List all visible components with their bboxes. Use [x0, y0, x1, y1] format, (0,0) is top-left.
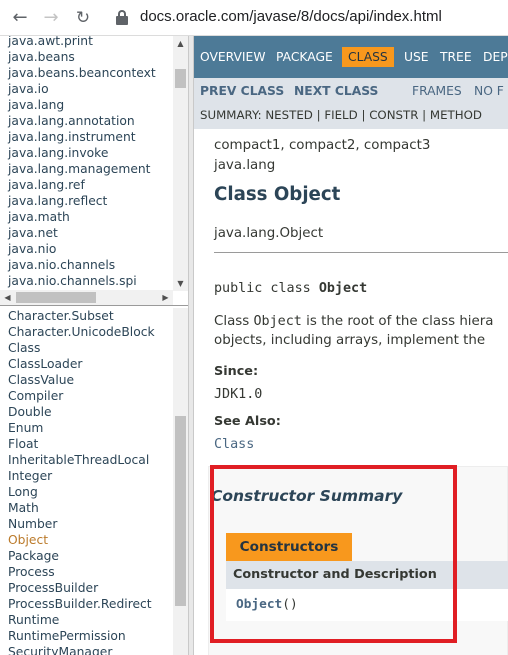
desc-text: is the root of the class hiera	[301, 314, 494, 329]
scroll-right-icon[interactable]: ▶	[158, 290, 173, 305]
class-list: Character.Subset Character.UnicodeBlock Cl…	[8, 308, 155, 655]
package-link[interactable]: java.lang.management	[8, 161, 156, 177]
lock-icon[interactable]	[116, 10, 128, 25]
browser-toolbar: ← → ↻ docs.oracle.com/javase/8/docs/api/…	[0, 0, 508, 36]
nav-package[interactable]: PACKAGE	[276, 50, 333, 64]
see-also-link[interactable]: Class	[214, 437, 254, 452]
class-link[interactable]: ProcessBuilder	[8, 580, 155, 596]
class-link[interactable]: Float	[8, 436, 155, 452]
class-description-line1: Class Object is the root of the class hi…	[214, 314, 493, 329]
class-link[interactable]: Math	[8, 500, 155, 516]
class-link[interactable]: Package	[8, 548, 155, 564]
package-name: java.lang	[214, 158, 276, 173]
nav-overview[interactable]: OVERVIEW	[200, 50, 265, 64]
class-link[interactable]: Process	[8, 564, 155, 580]
class-link[interactable]: ClassValue	[8, 372, 155, 388]
constructor-params: ()	[282, 597, 298, 612]
package-link[interactable]: java.lang.reflect	[8, 193, 156, 209]
class-link[interactable]: InheritableThreadLocal	[8, 452, 155, 468]
class-link[interactable]: Class	[8, 340, 155, 356]
class-declaration: public class Object	[214, 281, 367, 296]
back-arrow-icon[interactable]: ←	[9, 7, 31, 29]
package-link[interactable]: java.nio	[8, 241, 156, 257]
scroll-thumb[interactable]	[175, 416, 186, 606]
top-nav-bar: OVERVIEW PACKAGE CLASS USE TREE DEPR	[194, 36, 508, 78]
package-link[interactable]: java.net	[8, 225, 156, 241]
forward-arrow-icon[interactable]: →	[40, 7, 62, 29]
package-link[interactable]: java.nio.channels	[8, 257, 156, 273]
constructor-summary-heading: Constructor Summary	[211, 487, 403, 505]
scroll-thumb[interactable]	[175, 69, 186, 88]
sub-nav-bar: PREV CLASS NEXT CLASS FRAMES NO F SUMMAR…	[194, 78, 508, 129]
package-list-frame: java.awt.print java.beans java.beans.beanc…	[0, 36, 188, 306]
class-link[interactable]: Integer	[8, 468, 155, 484]
page-title: Class Object	[214, 184, 341, 205]
declaration-modifiers: public class	[214, 281, 319, 296]
divider-line	[214, 252, 508, 253]
class-link[interactable]: Character.Subset	[8, 308, 155, 324]
package-link[interactable]: java.beans	[8, 49, 156, 65]
address-bar[interactable]: docs.oracle.com/javase/8/docs/api/index.…	[140, 8, 442, 25]
class-link[interactable]: Compiler	[8, 388, 155, 404]
class-list-frame: Character.Subset Character.UnicodeBlock Cl…	[0, 308, 188, 655]
see-also-label: See Also:	[214, 414, 281, 429]
package-list: java.awt.print java.beans java.beans.beanc…	[8, 36, 156, 289]
scroll-left-icon[interactable]: ◀	[0, 290, 15, 305]
frames-link[interactable]: FRAMES	[412, 84, 462, 98]
class-link[interactable]: SecurityManager	[8, 644, 155, 655]
package-link[interactable]: java.nio.channels.spi	[8, 273, 156, 289]
package-link[interactable]: java.lang.annotation	[8, 113, 156, 129]
class-link[interactable]: Object	[8, 532, 155, 548]
class-detail-frame: OVERVIEW PACKAGE CLASS USE TREE DEPR PRE…	[194, 36, 508, 655]
summary-links[interactable]: SUMMARY: NESTED | FIELD | CONSTR | METHO…	[200, 108, 482, 122]
table-row: Object()	[226, 589, 508, 621]
package-link[interactable]: java.lang.invoke	[8, 145, 156, 161]
package-link[interactable]: java.lang.instrument	[8, 129, 156, 145]
class-list-vscrollbar[interactable]	[173, 308, 188, 655]
package-list-hscrollbar[interactable]: ◀ ▶	[0, 290, 173, 305]
package-link[interactable]: java.awt.print	[8, 36, 156, 49]
desc-text: Class	[214, 314, 254, 329]
package-link[interactable]: java.lang	[8, 97, 156, 113]
package-link[interactable]: java.io	[8, 81, 156, 97]
scroll-thumb[interactable]	[16, 292, 96, 303]
class-description-line2: objects, including arrays, implement the	[214, 333, 486, 348]
no-frames-link[interactable]: NO F	[474, 84, 504, 98]
since-value: JDK1.0	[214, 387, 263, 402]
constructors-tab: Constructors	[226, 533, 352, 561]
package-link[interactable]: java.lang.ref	[8, 177, 156, 193]
desc-code: Object	[253, 314, 302, 329]
package-link[interactable]: java.beans.beancontext	[8, 65, 156, 81]
constructor-table-header: Constructor and Description	[226, 561, 508, 589]
class-link[interactable]: RuntimePermission	[8, 628, 155, 644]
class-link[interactable]: ProcessBuilder.Redirect	[8, 596, 155, 612]
class-link[interactable]: Runtime	[8, 612, 155, 628]
package-list-vscrollbar[interactable]: ▲ ▼	[173, 36, 188, 291]
nav-use[interactable]: USE	[404, 50, 429, 64]
inheritance-tree: java.lang.Object	[214, 226, 324, 241]
scroll-up-icon[interactable]: ▲	[173, 36, 188, 51]
next-class-link[interactable]: NEXT CLASS	[294, 84, 378, 98]
class-link[interactable]: Number	[8, 516, 155, 532]
nav-deprecated[interactable]: DEPR	[483, 50, 508, 64]
nav-class-current: CLASS	[342, 47, 394, 67]
class-link[interactable]: Enum	[8, 420, 155, 436]
class-link[interactable]: Character.UnicodeBlock	[8, 324, 155, 340]
package-link[interactable]: java.math	[8, 209, 156, 225]
class-link[interactable]: ClassLoader	[8, 356, 155, 372]
nav-tree[interactable]: TREE	[440, 50, 472, 64]
constructor-link[interactable]: Object	[236, 597, 282, 612]
class-link[interactable]: Long	[8, 484, 155, 500]
profiles-text: compact1, compact2, compact3	[214, 138, 431, 153]
since-label: Since:	[214, 364, 259, 379]
class-link[interactable]: Double	[8, 404, 155, 420]
prev-class-link[interactable]: PREV CLASS	[200, 84, 284, 98]
scroll-down-icon[interactable]: ▼	[173, 276, 188, 291]
declaration-class-name: Object	[318, 281, 368, 296]
reload-icon[interactable]: ↻	[72, 7, 94, 29]
